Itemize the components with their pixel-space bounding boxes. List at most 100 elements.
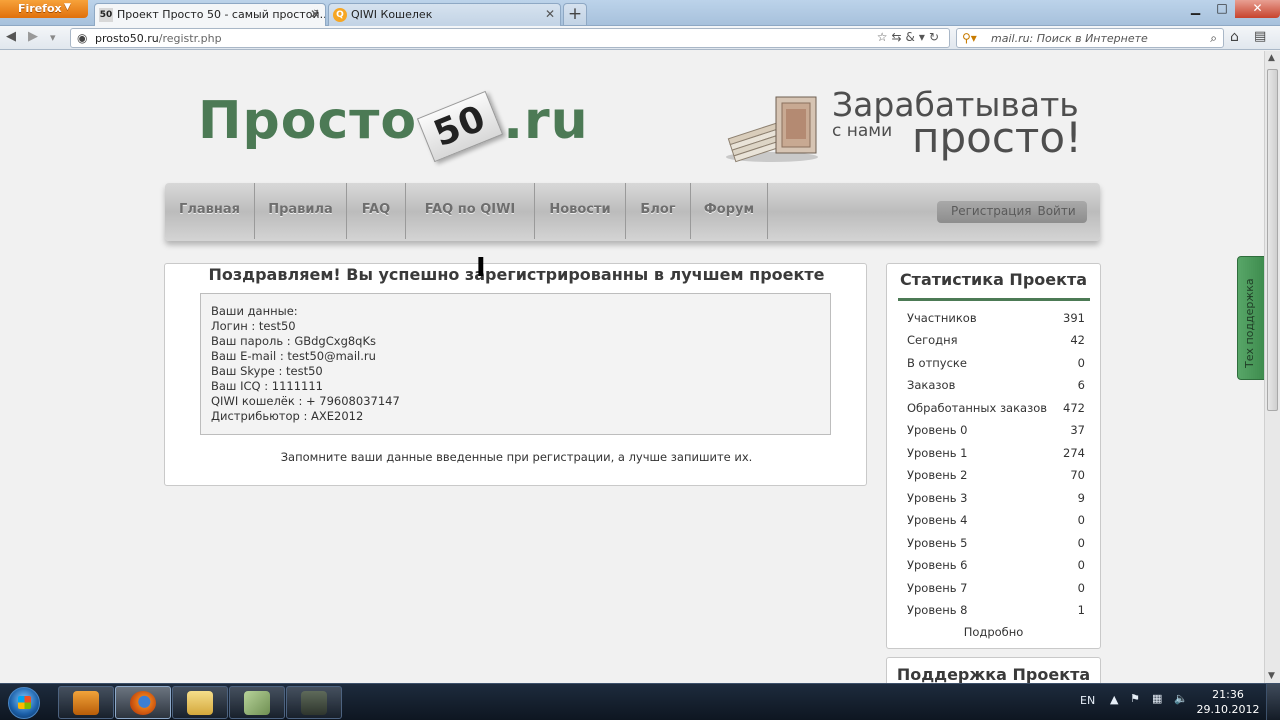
maximize-button[interactable]: □	[1209, 0, 1235, 18]
stat-value: 391	[1063, 311, 1085, 325]
bookmarks-menu-icon[interactable]: ▤	[1254, 29, 1266, 44]
stat-label: В отпуске	[907, 356, 967, 370]
translate-icon[interactable]: ⇆	[891, 30, 905, 44]
start-button[interactable]	[8, 687, 40, 719]
language-indicator[interactable]: EN	[1080, 694, 1095, 707]
folder-icon	[187, 691, 213, 715]
close-icon[interactable]: ✕	[310, 7, 320, 21]
menu-item-faq[interactable]: FAQ	[347, 183, 406, 239]
media-player-icon	[73, 691, 99, 715]
register-link[interactable]: Регистрация	[951, 204, 1031, 218]
url-path: /registr.php	[158, 32, 222, 45]
tech-support-label: Тех поддержка	[1243, 278, 1256, 368]
menu-item-news[interactable]: Новости	[535, 183, 626, 239]
page-scrollbar[interactable]: ▲ ▼	[1264, 51, 1280, 683]
menu-item-blog[interactable]: Блог	[626, 183, 691, 239]
stat-row: Уровень 2 70	[907, 468, 1085, 488]
site-logo[interactable]: Просто 50 .ru	[198, 90, 589, 163]
minimize-button[interactable]: ▁	[1182, 0, 1209, 18]
logo-text-left: Просто	[198, 91, 418, 151]
logo-text-right: .ru	[503, 91, 589, 151]
navigation-toolbar: ◀ ▶ ▾ ◉ prosto50.ru/registr.php ☆⇆&▾↻ ⚲▾…	[0, 26, 1280, 50]
stat-row: Сегодня 42	[907, 333, 1085, 353]
data-line-login: Логин : test50	[211, 319, 296, 333]
window-close-button[interactable]: ✕	[1235, 0, 1280, 18]
project-support-panel: Поддержка Проекта	[886, 657, 1101, 683]
taskbar-media-player[interactable]	[58, 686, 114, 719]
network-icon[interactable]: ▦	[1152, 692, 1162, 705]
data-line-qiwi: QIWI кошелёк : + 79608037147	[211, 394, 400, 408]
menu-item-faq-qiwi[interactable]: FAQ по QIWI	[406, 183, 535, 239]
stat-label: Уровень 0	[907, 423, 968, 437]
stat-row: Уровень 8 1	[907, 603, 1085, 623]
stat-row: Обработанных заказов 472	[907, 401, 1085, 421]
stat-value: 472	[1063, 401, 1085, 415]
menu-item-forum[interactable]: Форум	[691, 183, 768, 239]
tab-prosto50[interactable]: 50 Проект Просто 50 - самый простой... ✕	[94, 3, 326, 26]
scroll-up-icon[interactable]: ▲	[1268, 53, 1275, 63]
url-host: prosto50.ru	[95, 32, 159, 45]
support-title: Поддержка Проекта	[896, 665, 1091, 683]
clock-date: 29.10.2012	[1196, 703, 1260, 716]
address-bar[interactable]: ◉ prosto50.ru/registr.php ☆⇆&▾↻	[70, 28, 950, 48]
stat-value: 0	[1077, 356, 1085, 370]
logo-badge: 50	[417, 90, 504, 163]
windows-taskbar: EN ▲ ⚑ ▦ 🔈 21:36 29.10.2012	[0, 683, 1280, 720]
site-identity-icon[interactable]: ◉	[77, 31, 87, 45]
stat-value: 1	[1077, 603, 1085, 617]
search-placeholder: mail.ru: Поиск в Интернете	[991, 32, 1148, 45]
login-link[interactable]: Войти	[1037, 204, 1075, 218]
tray-expand-icon[interactable]: ▲	[1110, 693, 1118, 706]
scroll-down-icon[interactable]: ▼	[1268, 671, 1275, 681]
stats-details-link[interactable]: Подробно	[887, 625, 1100, 639]
data-line-distributor: Дистрибьютор : AXE2012	[211, 409, 364, 423]
reload-icon[interactable]: ↻	[929, 30, 943, 44]
firefox-menu-button[interactable]: Firefox ▼	[0, 0, 88, 18]
stats-title: Статистика Проекта	[899, 270, 1088, 289]
tech-support-tab[interactable]: Тех поддержка	[1237, 256, 1264, 380]
ampersand-icon[interactable]: &	[906, 30, 919, 44]
url-toolbar-icons: ☆⇆&▾↻	[877, 30, 943, 44]
tab-qiwi[interactable]: Q QIWI Кошелек ✕	[328, 3, 561, 26]
stat-label: Уровень 4	[907, 513, 968, 527]
history-dropdown-icon[interactable]: ▾	[50, 31, 56, 44]
data-line-icq: Ваш ICQ : 1111111	[211, 379, 323, 393]
stat-label: Уровень 7	[907, 581, 968, 595]
search-icon[interactable]: ⌕	[1210, 31, 1217, 46]
scrollbar-thumb[interactable]	[1267, 69, 1278, 411]
menu-item-rules[interactable]: Правила	[255, 183, 347, 239]
taskbar-app-green[interactable]	[229, 686, 285, 719]
dropdown-icon[interactable]: ▾	[919, 30, 929, 44]
slogan-line-2-big: просто!	[912, 113, 1082, 162]
chevron-down-icon: ▼	[64, 2, 71, 12]
stat-value: 0	[1077, 536, 1085, 550]
bookmark-star-icon[interactable]: ☆	[877, 30, 892, 44]
back-arrow-icon[interactable]: ◀	[6, 29, 16, 44]
success-title: Поздравляем! Вы успешно зарегистрированн…	[208, 265, 825, 284]
new-tab-button[interactable]: +	[563, 3, 587, 25]
qiwi-favicon-icon: Q	[333, 8, 347, 22]
stat-value: 0	[1077, 558, 1085, 572]
menu-item-home[interactable]: Главная	[165, 183, 255, 239]
volume-icon[interactable]: 🔈	[1174, 692, 1188, 705]
home-icon[interactable]: ⌂	[1230, 29, 1239, 45]
stat-label: Уровень 3	[907, 491, 968, 505]
action-center-flag-icon[interactable]: ⚑	[1130, 692, 1140, 705]
taskbar-app-dark[interactable]	[286, 686, 342, 719]
stat-value: 274	[1063, 446, 1085, 460]
search-input[interactable]: ⚲▾ mail.ru: Поиск в Интернете ⌕	[956, 28, 1224, 48]
stat-row: Уровень 1 274	[907, 446, 1085, 466]
forward-arrow-icon[interactable]: ▶	[28, 29, 38, 44]
search-engine-icon[interactable]: ⚲▾	[962, 31, 977, 45]
stat-row: Уровень 3 9	[907, 491, 1085, 511]
close-icon[interactable]: ✕	[545, 7, 555, 21]
data-line-email: Ваш E-mail : test50@mail.ru	[211, 349, 376, 363]
taskbar-firefox[interactable]	[115, 686, 171, 719]
system-clock[interactable]: 21:36 29.10.2012	[1196, 687, 1260, 717]
stat-label: Сегодня	[907, 333, 958, 347]
stat-value: 0	[1077, 581, 1085, 595]
show-desktop-button[interactable]	[1266, 684, 1280, 720]
windows-logo-icon	[18, 696, 31, 709]
taskbar-explorer[interactable]	[172, 686, 228, 719]
stats-divider	[898, 298, 1090, 301]
